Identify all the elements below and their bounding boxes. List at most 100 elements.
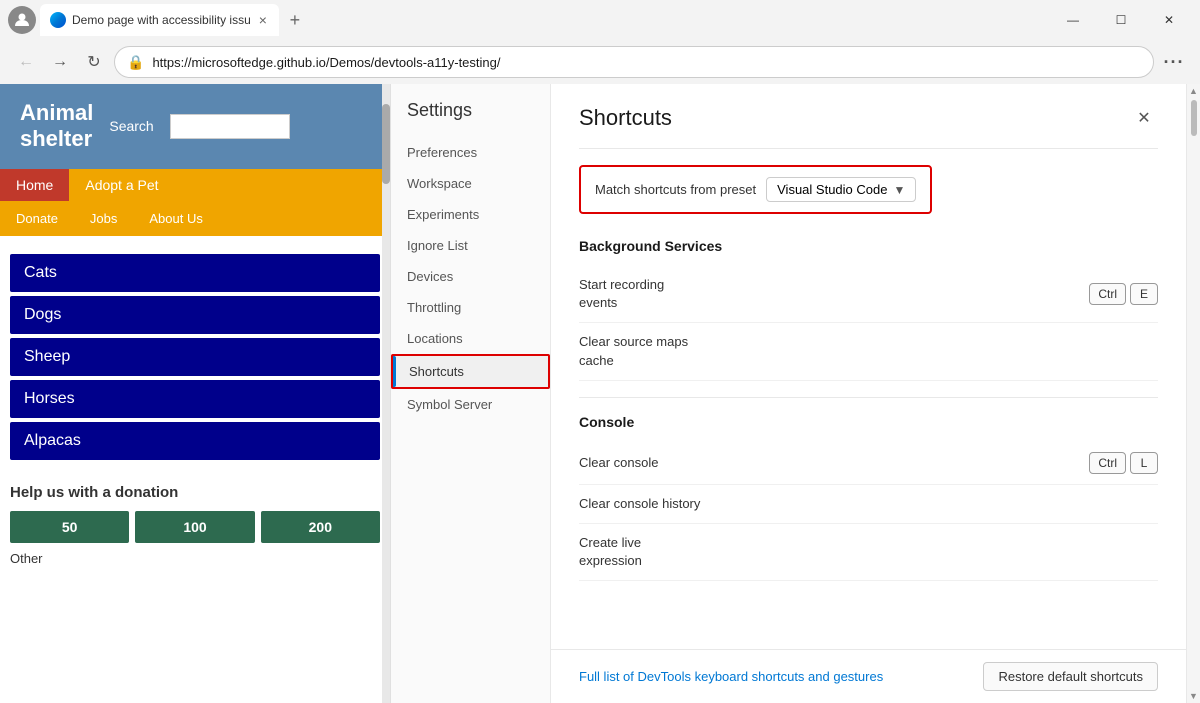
nav-item-home[interactable]: Home [0,169,69,201]
shelter-title-text: Animal shelter [20,100,93,153]
shortcut-label-clearmaps: Clear source mapscache [579,333,688,369]
settings-panel: Settings Preferences Workspace Experimen… [390,84,1200,703]
shortcut-row-clearhistory: Clear console history [579,485,1158,524]
webpage-scrollbar[interactable] [382,84,390,703]
settings-main-header: Shortcuts ✕ [579,104,1158,132]
shortcut-label-recording: Start recordingevents [579,276,664,312]
preset-label: Match shortcuts from preset [595,182,756,197]
webpage-panel: Animal shelter Search Home Adopt a Pet D… [0,84,390,703]
main-content: Animal shelter Search Home Adopt a Pet D… [0,84,1200,703]
settings-title: Settings [391,100,550,137]
animal-btn-cats[interactable]: Cats [10,254,380,292]
key-ctrl: Ctrl [1089,283,1126,305]
settings-footer: Full list of DevTools keyboard shortcuts… [551,649,1186,703]
nav-bar: Home Adopt a Pet [0,169,390,201]
animal-btn-horses[interactable]: Horses [10,380,380,418]
nav-item-jobs[interactable]: Jobs [74,203,133,234]
key-ctrl-2: Ctrl [1089,452,1126,474]
settings-nav-workspace[interactable]: Workspace [391,168,550,199]
close-settings-button[interactable]: ✕ [1130,104,1158,132]
key-l: L [1130,452,1158,474]
tab-close-button[interactable]: × [257,10,269,30]
restore-button[interactable]: Restore default shortcuts [983,662,1158,691]
title-bar: Demo page with accessibility issu × + — … [0,0,1200,40]
close-window-button[interactable]: ✕ [1146,4,1192,36]
preset-value: Visual Studio Code [777,182,887,197]
refresh-button[interactable]: ↻ [80,48,108,76]
shortcut-label-liveexpr: Create liveexpression [579,534,642,570]
scroll-track [1191,96,1197,691]
settings-nav-shortcuts[interactable]: Shortcuts [391,354,550,389]
settings-nav-symbolserver[interactable]: Symbol Server [391,389,550,420]
url-bar[interactable]: 🔒 https://microsoftedge.github.io/Demos/… [114,46,1154,78]
settings-main-title: Shortcuts [579,105,672,131]
new-tab-button[interactable]: + [281,6,309,34]
search-input[interactable] [170,114,290,139]
forward-button[interactable]: → [46,48,74,76]
settings-nav-devices[interactable]: Devices [391,261,550,292]
donation-section: Help us with a donation 50 100 200 Other [0,470,390,566]
settings-sidebar: Settings Preferences Workspace Experimen… [391,84,551,703]
shelter-header: Animal shelter Search [0,84,390,169]
footer-link[interactable]: Full list of DevTools keyboard shortcuts… [579,669,883,684]
back-button[interactable]: ← [12,48,40,76]
shortcut-row-clearmaps: Clear source mapscache [579,323,1158,380]
settings-content: Settings Preferences Workspace Experimen… [391,84,1200,703]
section-title-console: Console [579,414,1158,430]
more-button[interactable]: ··· [1160,48,1188,76]
section-title-bg: Background Services [579,238,1158,254]
nav-item-about[interactable]: About Us [133,203,218,234]
profile-icon[interactable] [8,6,36,34]
chevron-down-icon: ▼ [893,183,905,197]
animal-btn-alpacas[interactable]: Alpacas [10,422,380,460]
tab-favicon [50,12,66,28]
maximize-button[interactable]: ☐ [1098,4,1144,36]
divider-top [579,148,1158,149]
key-e: E [1130,283,1158,305]
window-controls: — ☐ ✕ [1050,4,1192,36]
minimize-button[interactable]: — [1050,4,1096,36]
divider-console [579,397,1158,398]
settings-nav-ignorelist[interactable]: Ignore List [391,230,550,261]
donation-title: Help us with a donation [10,484,380,501]
settings-nav-throttling[interactable]: Throttling [391,292,550,323]
tab-bar: Demo page with accessibility issu × + [40,4,1046,36]
shortcut-keys-clearconsole: Ctrl L [1089,452,1158,474]
search-label: Search [109,118,153,134]
settings-scrollbar[interactable]: ▲ ▼ [1186,84,1200,703]
donation-btn-200[interactable]: 200 [261,511,380,543]
active-tab[interactable]: Demo page with accessibility issu × [40,4,279,36]
scroll-down-arrow[interactable]: ▼ [1189,691,1198,701]
other-label: Other [10,551,380,566]
shortcut-label-clearconsole: Clear console [579,454,659,472]
settings-main: Shortcuts ✕ Match shortcuts from preset … [551,84,1186,649]
settings-nav-experiments[interactable]: Experiments [391,199,550,230]
scrollbar-thumb[interactable] [382,104,390,184]
lock-icon: 🔒 [127,54,144,71]
shortcut-row-clearconsole: Clear console Ctrl L [579,442,1158,485]
preset-row: Match shortcuts from preset Visual Studi… [579,165,932,214]
nav-item-donate[interactable]: Donate [0,203,74,234]
animal-list: Cats Dogs Sheep Horses Alpacas [0,244,390,470]
tab-title: Demo page with accessibility issu [72,13,251,27]
webpage-scroll: Animal shelter Search Home Adopt a Pet D… [0,84,390,703]
donation-btn-100[interactable]: 100 [135,511,254,543]
preset-select[interactable]: Visual Studio Code ▼ [766,177,916,202]
donation-buttons: 50 100 200 [10,511,380,543]
settings-wrapper: Settings Preferences Workspace Experimen… [391,84,1200,703]
shortcut-keys-recording: Ctrl E [1089,283,1158,305]
shortcut-row-liveexpr: Create liveexpression [579,524,1158,581]
shortcut-row-recording: Start recordingevents Ctrl E [579,266,1158,323]
animal-btn-dogs[interactable]: Dogs [10,296,380,334]
settings-nav-preferences[interactable]: Preferences [391,137,550,168]
shortcut-label-clearhistory: Clear console history [579,495,700,513]
shelter-title: Animal shelter [20,100,93,153]
donation-btn-50[interactable]: 50 [10,511,129,543]
scroll-thumb[interactable] [1191,100,1197,136]
nav-item-adopt[interactable]: Adopt a Pet [69,169,174,201]
address-bar: ← → ↻ 🔒 https://microsoftedge.github.io/… [0,40,1200,84]
scroll-up-arrow[interactable]: ▲ [1189,86,1198,96]
settings-nav-locations[interactable]: Locations [391,323,550,354]
url-text: https://microsoftedge.github.io/Demos/de… [152,55,1141,70]
animal-btn-sheep[interactable]: Sheep [10,338,380,376]
